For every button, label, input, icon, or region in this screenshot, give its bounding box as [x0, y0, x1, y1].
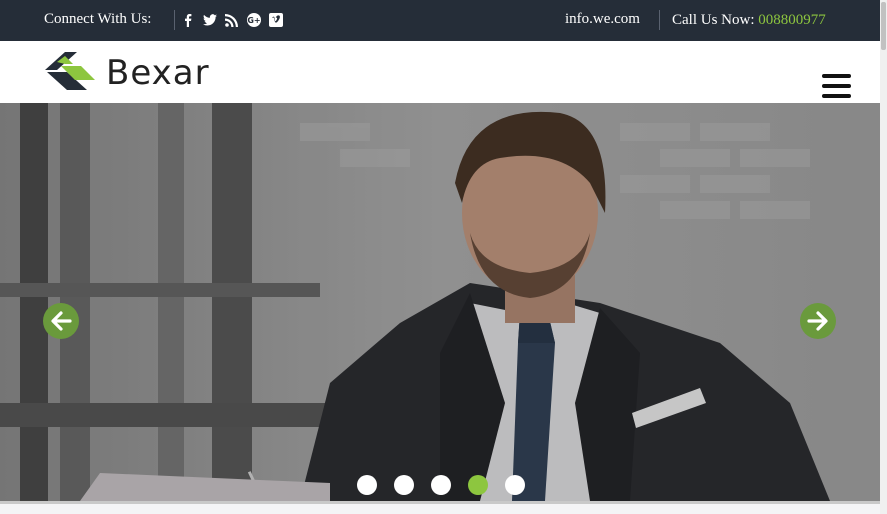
arrow-right-icon	[807, 311, 828, 331]
slider-prev-button[interactable]	[43, 303, 79, 339]
site-header: Bexar	[0, 41, 880, 103]
scrollbar-thumb[interactable]	[881, 2, 886, 50]
hamburger-menu-icon[interactable]	[822, 74, 851, 98]
phone-number[interactable]: 008800977	[758, 12, 826, 28]
slider-dot-1[interactable]	[357, 475, 377, 495]
google-plus-icon[interactable]: G+	[247, 13, 261, 27]
connect-label: Connect With Us:	[44, 11, 152, 27]
social-links: G+	[174, 10, 283, 30]
call-label: Call Us Now:	[672, 12, 755, 28]
slider-dot-3[interactable]	[431, 475, 451, 495]
hero-image	[0, 103, 880, 501]
slider-dot-4[interactable]	[468, 475, 488, 495]
slider-dot-2[interactable]	[394, 475, 414, 495]
slider-next-button[interactable]	[800, 303, 836, 339]
top-bar: Connect With Us: G+ info.we.com Call Us …	[0, 0, 880, 41]
bexar-logo-icon[interactable]	[43, 50, 99, 94]
hero-slider	[0, 103, 880, 501]
page-scrollbar[interactable]	[880, 0, 887, 514]
facebook-icon[interactable]	[181, 13, 195, 27]
phone-block: Call Us Now: 008800977	[659, 10, 826, 30]
email-link[interactable]: info.we.com	[565, 11, 640, 28]
twitter-icon[interactable]	[203, 13, 217, 27]
slider-pagination	[357, 475, 525, 495]
brand-name[interactable]: Bexar	[106, 53, 210, 93]
arrow-left-icon	[51, 311, 72, 331]
rss-icon[interactable]	[225, 13, 239, 27]
slider-dot-5[interactable]	[505, 475, 525, 495]
vimeo-icon[interactable]	[269, 13, 283, 27]
content-edge	[0, 501, 880, 514]
svg-text:G+: G+	[247, 16, 260, 25]
